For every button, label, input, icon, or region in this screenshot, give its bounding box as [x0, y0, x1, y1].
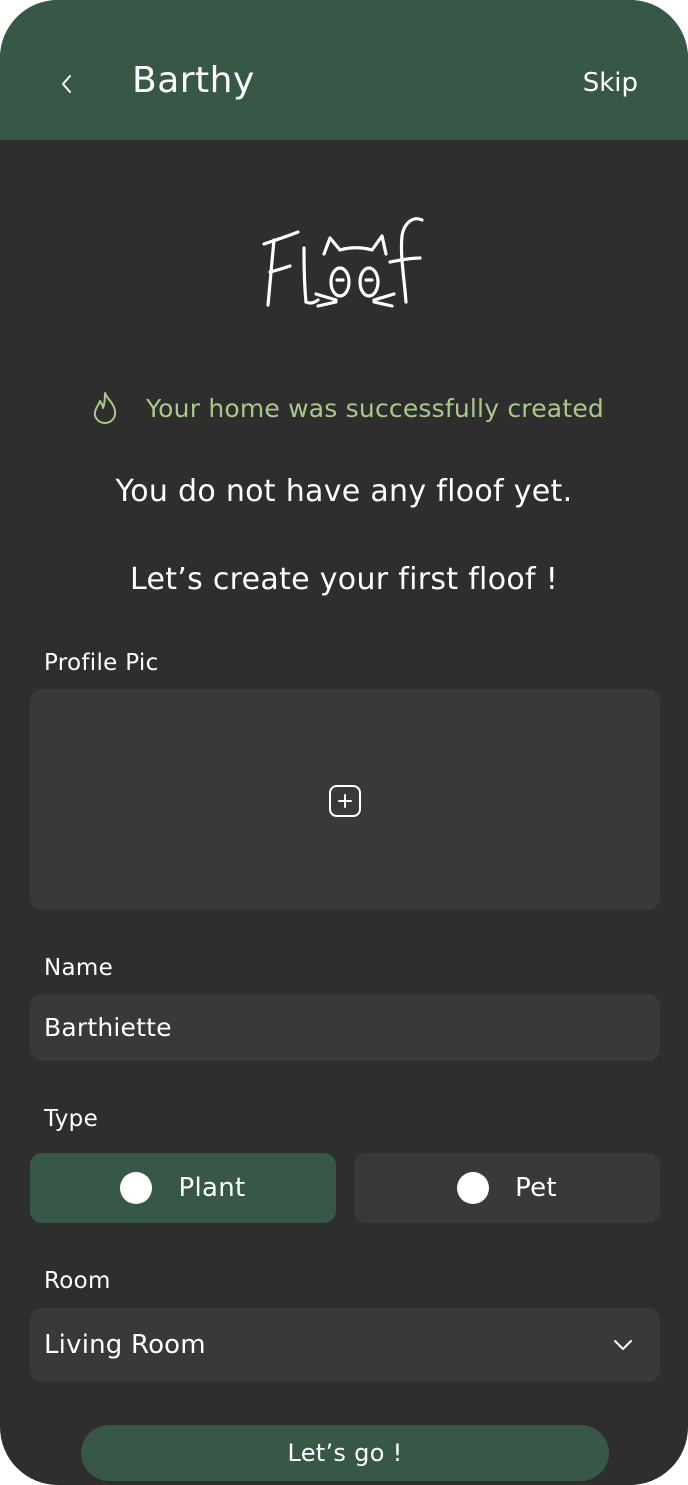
success-text: Your home was successfully created — [146, 393, 604, 423]
success-notice: Your home was successfully created — [90, 388, 604, 428]
flame-icon — [93, 392, 117, 424]
type-option-label: Pet — [515, 1173, 557, 1203]
add-photo-button[interactable] — [328, 784, 362, 818]
room-label: Room — [44, 1268, 111, 1294]
profile-pic-label: Profile Pic — [44, 650, 159, 676]
name-input[interactable] — [44, 1013, 660, 1042]
page-title: Barthy — [132, 60, 255, 101]
submit-button[interactable]: Let’s go ! — [81, 1425, 609, 1481]
radio-selected-icon — [120, 1172, 153, 1204]
chevron-left-icon — [62, 75, 71, 93]
radio-icon — [457, 1172, 490, 1204]
name-field[interactable] — [30, 994, 660, 1061]
type-option-label: Plant — [178, 1173, 246, 1203]
chevron-down-icon — [612, 1338, 634, 1352]
back-button[interactable] — [50, 66, 82, 102]
empty-state-message: You do not have any floof yet. — [115, 474, 573, 509]
top-bar: Barthy Skip — [0, 0, 688, 140]
floof-logo — [254, 210, 434, 314]
add-photo-icon — [329, 785, 361, 817]
room-select[interactable]: Living Room — [30, 1308, 660, 1382]
type-label: Type — [44, 1106, 99, 1132]
app-screen: Barthy Skip Your home was successfully c… — [0, 0, 688, 1485]
skip-button[interactable]: Skip — [583, 68, 638, 98]
name-label: Name — [44, 955, 114, 981]
type-option-pet[interactable]: Pet — [354, 1153, 660, 1223]
type-option-plant[interactable]: Plant — [30, 1153, 336, 1223]
room-select-value: Living Room — [44, 1330, 206, 1360]
create-prompt-message: Let’s create your first floof ! — [129, 562, 559, 597]
